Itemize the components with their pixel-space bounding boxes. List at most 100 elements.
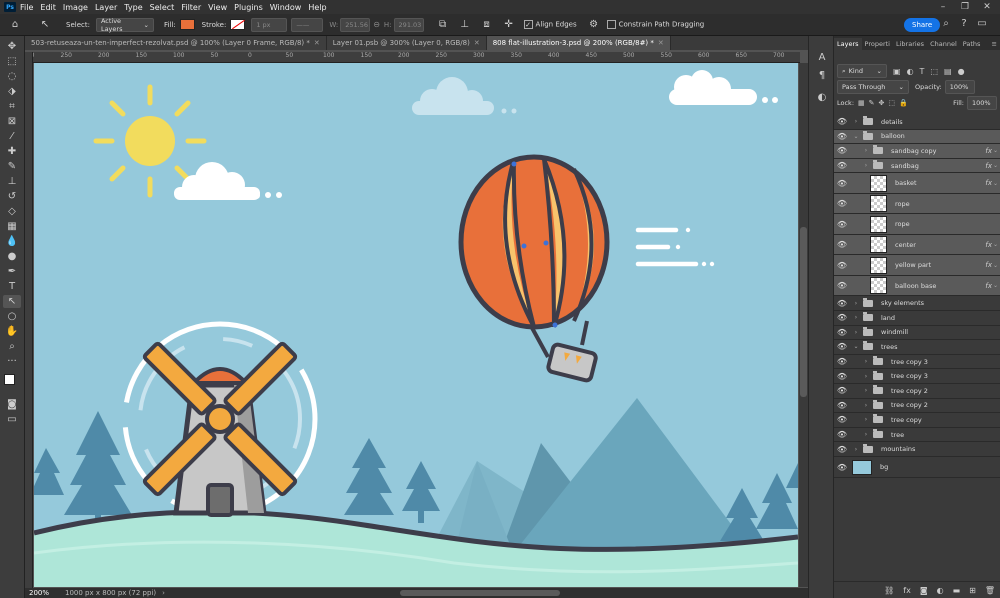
tab-libraries[interactable]: Libraries [893, 38, 927, 50]
path-operations-icon[interactable]: ⧉ [436, 19, 450, 30]
chevron-down-icon[interactable]: ⌄ [993, 180, 998, 187]
document-info[interactable]: 1000 px x 800 px (72 ppi) [65, 589, 156, 597]
trash-icon[interactable]: 🗑 [985, 586, 995, 595]
layer-row[interactable]: 👁︎ › land [834, 311, 1000, 326]
workspace-icon[interactable]: ▭ [976, 18, 988, 29]
layer-row[interactable]: 👁︎ bg [834, 457, 1000, 478]
visibility-eye-icon[interactable]: 👁︎ [834, 240, 850, 249]
layer-row[interactable]: 👁︎ › windmill [834, 326, 1000, 341]
layer-row[interactable]: 👁︎ yellow part fx ⌄ [834, 255, 1000, 276]
visibility-eye-icon[interactable]: 👁︎ [834, 146, 850, 155]
visibility-eye-icon[interactable]: 👁︎ [834, 313, 850, 322]
canvas[interactable] [34, 63, 798, 587]
menu-help[interactable]: Help [308, 3, 326, 12]
new-layer-icon[interactable]: ⊞ [969, 586, 976, 595]
menu-file[interactable]: File [20, 3, 33, 12]
height-field[interactable]: 291.03 [393, 17, 424, 32]
filter-shape-icon[interactable]: ⬚ [930, 67, 938, 76]
close-icon[interactable]: ✕ [474, 39, 480, 47]
vertical-scroll-thumb[interactable] [800, 227, 807, 397]
align-edges-option[interactable]: ✓ Align Edges [523, 20, 577, 29]
layer-effects-icon[interactable]: fx [985, 179, 992, 187]
select-dropdown[interactable]: Active Layers ⌄ [95, 17, 154, 33]
marquee-tool-icon[interactable]: ⬚ [3, 55, 21, 68]
layer-effects-icon[interactable]: fx [985, 241, 992, 249]
layer-row[interactable]: 👁︎ › tree copy [834, 413, 1000, 428]
frame-tool-icon[interactable]: ⊠ [3, 115, 21, 128]
chevron-right-icon[interactable]: › [862, 373, 870, 380]
layer-row[interactable]: 👁︎ › sandbag copy fx ⌄ [834, 144, 1000, 159]
character-panel-icon[interactable]: A [815, 50, 829, 64]
chevron-right-icon[interactable]: › [862, 402, 870, 409]
chevron-right-icon[interactable]: › [862, 416, 870, 423]
zoom-tool-icon[interactable]: ⌕ [3, 340, 21, 353]
close-icon[interactable]: ✕ [314, 39, 320, 47]
menu-window[interactable]: Window [270, 3, 302, 12]
lock-artboard-icon[interactable]: ⬚ [888, 99, 895, 107]
healing-brush-tool-icon[interactable]: ✚ [3, 145, 21, 158]
tab-doc-2[interactable]: Layer 01.psb @ 300% (Layer 0, RGB/8) ✕ [326, 36, 487, 50]
visibility-eye-icon[interactable]: 👁︎ [834, 372, 850, 381]
visibility-eye-icon[interactable]: 👁︎ [834, 463, 850, 472]
chevron-right-icon[interactable]: › [852, 118, 860, 125]
lock-transparent-icon[interactable]: ▦ [858, 99, 865, 107]
move-tool-icon[interactable]: ✥ [3, 40, 21, 53]
visibility-eye-icon[interactable]: 👁︎ [834, 220, 850, 229]
pen-tool-icon[interactable]: ✒ [3, 265, 21, 278]
visibility-eye-icon[interactable]: 👁︎ [834, 415, 850, 424]
fx-icon[interactable]: fx [903, 586, 911, 595]
layer-effects-icon[interactable]: fx [985, 261, 992, 269]
visibility-eye-icon[interactable]: 👁︎ [834, 199, 850, 208]
visibility-eye-icon[interactable]: 👁︎ [834, 117, 850, 126]
constrain-option[interactable]: Constrain Path Dragging [606, 20, 704, 29]
screen-mode-icon[interactable]: ▭ [3, 413, 21, 426]
chevron-right-icon[interactable]: › [852, 300, 860, 307]
layer-row[interactable]: 👁︎ ⌄ balloon [834, 129, 1000, 145]
menu-select[interactable]: Select [150, 3, 175, 12]
visibility-eye-icon[interactable]: 👁︎ [834, 281, 850, 290]
lasso-tool-icon[interactable]: ◌ [3, 70, 21, 83]
eraser-tool-icon[interactable]: ◇ [3, 205, 21, 218]
layer-row[interactable]: 👁︎ rope [834, 214, 1000, 235]
stroke-type-dropdown[interactable]: —— [291, 17, 324, 32]
crop-tool-icon[interactable]: ⌗ [3, 100, 21, 113]
chevron-right-icon[interactable]: › [862, 162, 870, 169]
tab-layers[interactable]: Layers [834, 38, 862, 50]
chevron-right-icon[interactable]: › [852, 329, 860, 336]
layer-effects-icon[interactable]: fx [985, 282, 992, 290]
layer-row[interactable]: 👁︎ › tree copy 2 [834, 384, 1000, 399]
menu-image[interactable]: Image [63, 3, 88, 12]
chevron-right-icon[interactable]: › [162, 589, 165, 597]
visibility-eye-icon[interactable]: 👁︎ [834, 299, 850, 308]
layer-fill-field[interactable]: 100% [967, 96, 997, 110]
menu-plugins[interactable]: Plugins [234, 3, 263, 12]
path-alignment-icon[interactable]: ⊥ [458, 19, 472, 30]
help-icon[interactable]: ? [958, 18, 970, 29]
visibility-eye-icon[interactable]: 👁︎ [834, 132, 850, 141]
visibility-eye-icon[interactable]: 👁︎ [834, 445, 850, 454]
menu-filter[interactable]: Filter [181, 3, 201, 12]
layer-row[interactable]: 👁︎ › sky elements [834, 296, 1000, 311]
visibility-eye-icon[interactable]: 👁︎ [834, 179, 850, 188]
chevron-down-icon[interactable]: ⌄ [993, 241, 998, 248]
chevron-right-icon[interactable]: › [852, 446, 860, 453]
object-select-tool-icon[interactable]: ⬗ [3, 85, 21, 98]
paragraph-panel-icon[interactable]: ¶ [815, 68, 829, 82]
filter-kind-dropdown[interactable]: ⌕ Kind ⌄ [837, 64, 887, 78]
chevron-down-icon[interactable]: ⌄ [852, 133, 860, 140]
foreground-color-swatch[interactable] [4, 374, 15, 385]
lock-pixels-icon[interactable]: ✎ [869, 99, 875, 107]
stroke-swatch[interactable] [230, 19, 246, 30]
history-brush-tool-icon[interactable]: ↺ [3, 190, 21, 203]
adjustment-layer-icon[interactable]: ◐ [937, 586, 944, 595]
lock-position-icon[interactable]: ✥ [879, 99, 885, 107]
ellipse-tool-icon[interactable]: ○ [3, 310, 21, 323]
adjustments-panel-icon[interactable]: ◐ [815, 90, 829, 104]
chevron-down-icon[interactable]: ⌄ [852, 343, 860, 350]
chevron-right-icon[interactable]: › [862, 358, 870, 365]
filter-pixel-icon[interactable]: ▣ [893, 67, 901, 76]
add-mask-icon[interactable]: ◙ [920, 586, 928, 595]
gear-icon[interactable]: ⚙ [587, 19, 601, 30]
layer-row[interactable]: 👁︎ › tree copy 2 [834, 399, 1000, 414]
chevron-down-icon[interactable]: ⌄ [993, 162, 998, 169]
